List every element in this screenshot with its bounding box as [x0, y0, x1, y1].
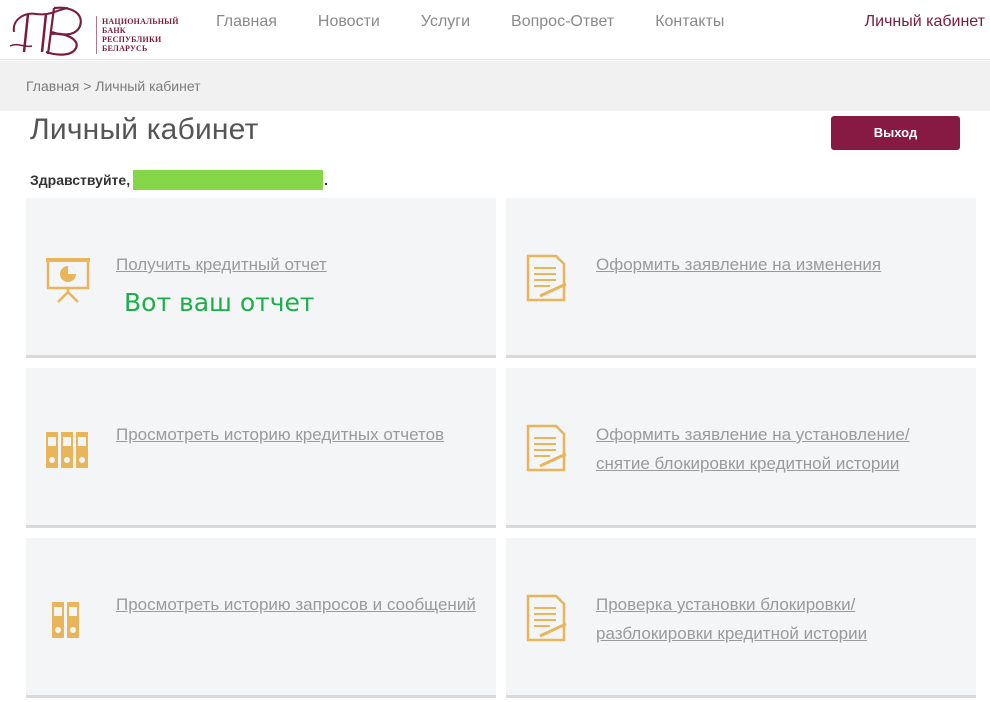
- document-pen-icon: [526, 594, 567, 642]
- breadcrumb: Главная > Личный кабинет: [26, 78, 201, 94]
- nav-item-services[interactable]: Услуги: [421, 13, 470, 31]
- greeting-end: .: [324, 172, 328, 188]
- report-note: Вот ваш отчет: [124, 288, 315, 317]
- document-pen-icon: [526, 424, 567, 472]
- block-check-link[interactable]: Проверка установки блокировки/ разблокир…: [596, 590, 956, 648]
- logo-line: НАЦИОНАЛЬНЫЙ: [102, 17, 179, 26]
- monogram-logo-icon: [9, 6, 82, 56]
- get-credit-report-link[interactable]: Получить кредитный отчет: [116, 250, 476, 279]
- card-block-check: Проверка установки блокировки/ разблокир…: [506, 538, 976, 698]
- logout-button[interactable]: Выход: [831, 116, 960, 150]
- card-get-credit-report: Получить кредитный отчет Вот ваш отчет: [26, 198, 496, 358]
- logo-line: БЕЛАРУСЬ: [102, 44, 148, 53]
- block-application-link[interactable]: Оформить заявление на установление/ снят…: [596, 420, 956, 478]
- card-change-application: Оформить заявление на изменения: [506, 198, 976, 358]
- breadcrumb-home[interactable]: Главная: [26, 78, 79, 94]
- logo-wordmark: НАЦИОНАЛЬНЫЙ БАНК РЕСПУБЛИКИ БЕЛАРУСЬ: [102, 17, 186, 53]
- binders-icon: [46, 432, 88, 468]
- binders-small-icon: [52, 602, 79, 638]
- logo-line: РЕСПУБЛИКИ: [102, 35, 162, 44]
- breadcrumb-current: Личный кабинет: [95, 78, 201, 94]
- personal-cabinet-link[interactable]: Личный кабинет: [865, 13, 985, 31]
- document-pen-icon: [526, 254, 567, 302]
- change-application-link[interactable]: Оформить заявление на изменения: [596, 250, 956, 279]
- redacted-user-name: [133, 170, 324, 190]
- nav-item-home[interactable]: Главная: [216, 13, 277, 31]
- main-nav: Главная Новости Услуги Вопрос-Ответ Конт…: [216, 13, 765, 31]
- logo-divider: [96, 16, 97, 54]
- bank-logo[interactable]: НАЦИОНАЛЬНЫЙ БАНК РЕСПУБЛИКИ БЕЛАРУСЬ: [6, 2, 186, 58]
- greeting-text: Здравствуйте,: [30, 172, 131, 188]
- greeting: Здравствуйте, .: [30, 170, 328, 190]
- site-header: НАЦИОНАЛЬНЫЙ БАНК РЕСПУБЛИКИ БЕЛАРУСЬ Гл…: [0, 0, 990, 60]
- nav-item-faq[interactable]: Вопрос-Ответ: [511, 13, 614, 31]
- page-title: Личный кабинет: [30, 113, 259, 146]
- nav-item-news[interactable]: Новости: [318, 13, 380, 31]
- presentation-chart-icon: [46, 258, 90, 303]
- breadcrumb-bar: Главная > Личный кабинет: [0, 61, 990, 111]
- requests-history-link[interactable]: Просмотреть историю запросов и сообщений: [116, 590, 476, 619]
- card-block-application: Оформить заявление на установление/ снят…: [506, 368, 976, 528]
- breadcrumb-separator: >: [83, 78, 92, 94]
- nav-item-contacts[interactable]: Контакты: [655, 13, 724, 31]
- card-report-history: Просмотреть историю кредитных отчетов: [26, 368, 496, 528]
- card-requests-history: Просмотреть историю запросов и сообщений: [26, 538, 496, 698]
- report-history-link[interactable]: Просмотреть историю кредитных отчетов: [116, 420, 476, 449]
- logo-line: БАНК: [102, 26, 126, 35]
